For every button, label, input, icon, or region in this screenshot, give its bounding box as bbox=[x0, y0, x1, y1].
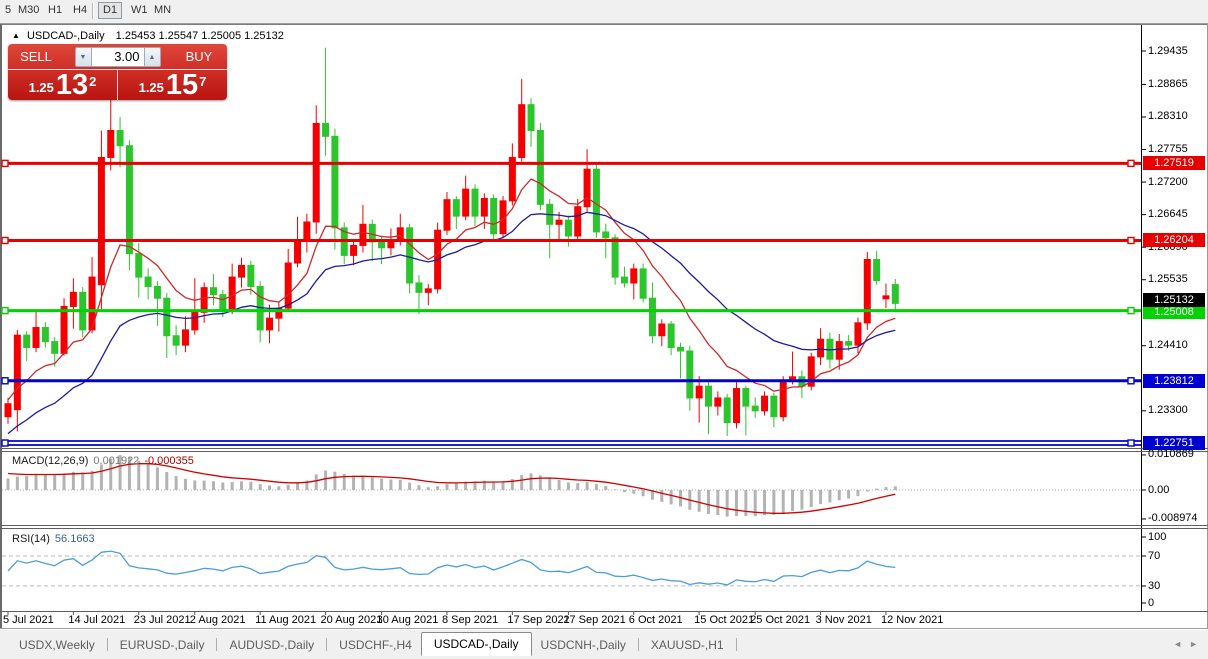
time-axis-tick: 14 Jul 2021 bbox=[68, 614, 125, 626]
price-line-badge: 1.23812 bbox=[1143, 374, 1205, 388]
tab-separator bbox=[638, 638, 639, 651]
time-axis-tick: 23 Jul 2021 bbox=[134, 614, 191, 626]
volume-decrease-button[interactable]: ▼ bbox=[75, 47, 92, 67]
macd-name: MACD(12,26,9) bbox=[12, 455, 88, 467]
chart-symbol-label: USDCAD-,Daily bbox=[27, 30, 105, 42]
tab-separator bbox=[736, 638, 737, 651]
sell-price-big: 13 bbox=[56, 72, 88, 98]
chart-title: ▲ USDCAD-,Daily 1.25453 1.25547 1.25005 … bbox=[12, 30, 284, 42]
tab-audusd-daily[interactable]: AUDUSD-,Daily bbox=[220, 635, 323, 655]
buy-price-big: 15 bbox=[166, 72, 198, 98]
rsi-name: RSI(14) bbox=[12, 533, 50, 545]
time-axis-tick: 20 Aug 2021 bbox=[321, 614, 383, 626]
panel-separator[interactable] bbox=[0, 451, 1208, 452]
time-axis-tick: 11 Aug 2021 bbox=[255, 614, 316, 626]
time-axis-tick: 25 Oct 2021 bbox=[750, 614, 810, 626]
time-axis-tick: 30 Aug 2021 bbox=[377, 614, 439, 626]
tab-scroll-left-icon[interactable]: ◄ bbox=[1173, 639, 1182, 649]
price-line-badge: 1.26204 bbox=[1143, 233, 1205, 247]
macd-signal-value: -0.000355 bbox=[144, 455, 194, 467]
price-axis-tick: 1.23300 bbox=[1148, 404, 1188, 416]
time-axis-tick: 2 Aug 2021 bbox=[190, 614, 246, 626]
macd-axis-tick: 0.00 bbox=[1148, 484, 1169, 496]
rsi-axis-tick: 0 bbox=[1148, 597, 1154, 609]
panel-separator bbox=[0, 611, 1208, 612]
time-axis-tick: 12 Nov 2021 bbox=[881, 614, 943, 626]
one-click-trading-panel: SELL ▼ ▲ BUY 1.25 13 2 1.25 15 7 bbox=[8, 44, 227, 100]
tab-usdcnh-daily[interactable]: USDCNH-,Daily bbox=[532, 635, 635, 655]
price-line-badge: 1.27519 bbox=[1143, 156, 1205, 170]
terminal-window: 5 M30 H1 H4 D1 W1 MN ▲ USDCAD-,Daily 1.2… bbox=[0, 0, 1208, 659]
price-axis-tick: 1.28865 bbox=[1148, 78, 1188, 90]
price-axis-tick: 1.27200 bbox=[1148, 176, 1188, 188]
price-axis-tick: 1.24410 bbox=[1148, 339, 1188, 351]
tab-usdx-weekly[interactable]: USDX,Weekly bbox=[10, 635, 104, 655]
buy-price-display[interactable]: 1.25 15 7 bbox=[118, 70, 227, 100]
sell-price-pip: 2 bbox=[89, 74, 96, 89]
buy-price-base: 1.25 bbox=[139, 80, 164, 95]
tab-separator bbox=[107, 638, 108, 651]
sell-button[interactable]: SELL bbox=[8, 49, 64, 64]
volume-increase-button[interactable]: ▲ bbox=[144, 47, 161, 67]
price-axis-tick: 1.28310 bbox=[1148, 110, 1188, 122]
panel-separator[interactable] bbox=[0, 525, 1208, 526]
time-axis-tick: 6 Oct 2021 bbox=[629, 614, 683, 626]
buy-button[interactable]: BUY bbox=[171, 49, 227, 64]
tab-usdchf-h4[interactable]: USDCHF-,H4 bbox=[330, 635, 421, 655]
time-axis-tick: 15 Oct 2021 bbox=[694, 614, 754, 626]
macd-axis-tick: -0.008974 bbox=[1148, 512, 1198, 524]
time-axis-tick: 17 Sep 2021 bbox=[507, 614, 569, 626]
panel-separator[interactable] bbox=[0, 528, 1208, 529]
tab-separator bbox=[216, 638, 217, 651]
rsi-value: 56.1663 bbox=[55, 533, 95, 545]
rsi-indicator-label: RSI(14) 56.1663 bbox=[12, 533, 95, 545]
price-line-badge: 1.25132 bbox=[1143, 293, 1205, 307]
macd-indicator-label: MACD(12,26,9) 0.001922 -0.000355 bbox=[12, 455, 194, 467]
chart-tab-bar: USDX,Weekly EURUSD-,Daily AUDUSD-,Daily … bbox=[0, 630, 1208, 659]
rsi-axis-tick: 70 bbox=[1148, 550, 1160, 562]
tab-usdcad-daily[interactable]: USDCAD-,Daily bbox=[421, 632, 532, 656]
time-axis-tick: 8 Sep 2021 bbox=[442, 614, 498, 626]
sell-price-base: 1.25 bbox=[29, 80, 54, 95]
volume-input[interactable] bbox=[92, 47, 144, 67]
price-axis-tick: 1.25535 bbox=[1148, 273, 1188, 285]
tab-scroll-right-icon[interactable]: ► bbox=[1189, 639, 1198, 649]
time-axis-tick: 5 Jul 2021 bbox=[3, 614, 54, 626]
chart-ohlc-values: 1.25453 1.25547 1.25005 1.25132 bbox=[116, 30, 284, 42]
rsi-axis-tick: 100 bbox=[1148, 531, 1166, 543]
panel-separator[interactable] bbox=[0, 448, 1208, 449]
price-axis-tick: 1.26645 bbox=[1148, 208, 1188, 220]
collapse-arrow-icon[interactable]: ▲ bbox=[12, 31, 20, 40]
time-axis-tick: 27 Sep 2021 bbox=[563, 614, 625, 626]
buy-price-pip: 7 bbox=[199, 74, 206, 89]
sell-price-display[interactable]: 1.25 13 2 bbox=[8, 70, 118, 100]
tab-xauusd-h1[interactable]: XAUUSD-,H1 bbox=[642, 635, 733, 655]
price-axis-tick: 1.29435 bbox=[1148, 45, 1188, 57]
time-axis-tick: 3 Nov 2021 bbox=[816, 614, 872, 626]
rsi-axis-tick: 30 bbox=[1148, 580, 1160, 592]
macd-axis-tick: 0.010869 bbox=[1148, 448, 1194, 460]
tab-separator bbox=[326, 638, 327, 651]
macd-main-value: 0.001922 bbox=[93, 455, 139, 467]
price-axis-tick: 1.27755 bbox=[1148, 143, 1188, 155]
tab-eurusd-daily[interactable]: EURUSD-,Daily bbox=[111, 635, 214, 655]
